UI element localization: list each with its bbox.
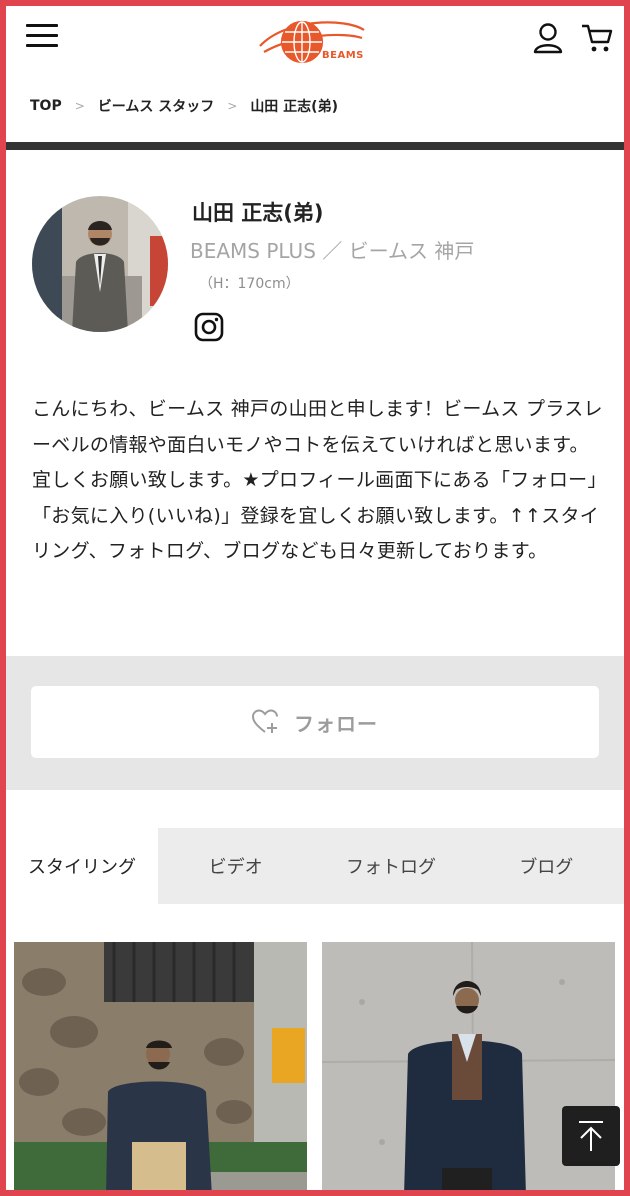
logo-text: BEAMS bbox=[322, 50, 364, 61]
breadcrumb-separator: > bbox=[227, 99, 238, 113]
follow-section: フォロー bbox=[6, 656, 624, 790]
breadcrumb: TOP > ビームス スタッフ > 山田 正志(弟) bbox=[30, 96, 338, 116]
tab-styling[interactable]: スタイリング bbox=[6, 828, 158, 904]
arrow-up-icon bbox=[579, 1121, 603, 1151]
instagram-icon[interactable] bbox=[194, 312, 224, 342]
breadcrumb-top[interactable]: TOP bbox=[30, 98, 62, 114]
cart-icon[interactable] bbox=[580, 22, 614, 54]
breadcrumb-separator: > bbox=[74, 99, 85, 113]
scroll-top-button[interactable] bbox=[562, 1106, 620, 1166]
header-divider bbox=[6, 142, 624, 150]
tab-video[interactable]: ビデオ bbox=[158, 828, 313, 904]
breadcrumb-staff[interactable]: ビームス スタッフ bbox=[98, 96, 214, 116]
height-label: （H：170cm） bbox=[199, 276, 300, 292]
profile-bio: こんにちわ、ビームス 神戸の山田と申します！ビームス プラスレーベルの情報や面白… bbox=[32, 398, 603, 562]
breadcrumb-current: 山田 正志(弟) bbox=[250, 99, 338, 115]
user-icon[interactable] bbox=[533, 22, 563, 54]
store-label[interactable]: BEAMS PLUS ／ ビームス 神戸 bbox=[190, 235, 474, 264]
tab-photolog[interactable]: フォトログ bbox=[313, 828, 468, 904]
heart-plus-icon bbox=[252, 709, 278, 733]
site-header: BEAMS bbox=[6, 6, 624, 76]
follow-label: フォロー bbox=[294, 711, 378, 736]
tab-blog[interactable]: ブログ bbox=[469, 828, 624, 904]
avatar bbox=[32, 196, 168, 332]
follow-button[interactable]: フォロー bbox=[31, 686, 599, 758]
styling-photo[interactable] bbox=[14, 942, 307, 1196]
staff-name: 山田 正志(弟) bbox=[192, 201, 324, 225]
content-tabs: スタイリング ビデオ フォトログ ブログ bbox=[6, 828, 624, 904]
hamburger-menu-icon[interactable] bbox=[26, 24, 58, 50]
